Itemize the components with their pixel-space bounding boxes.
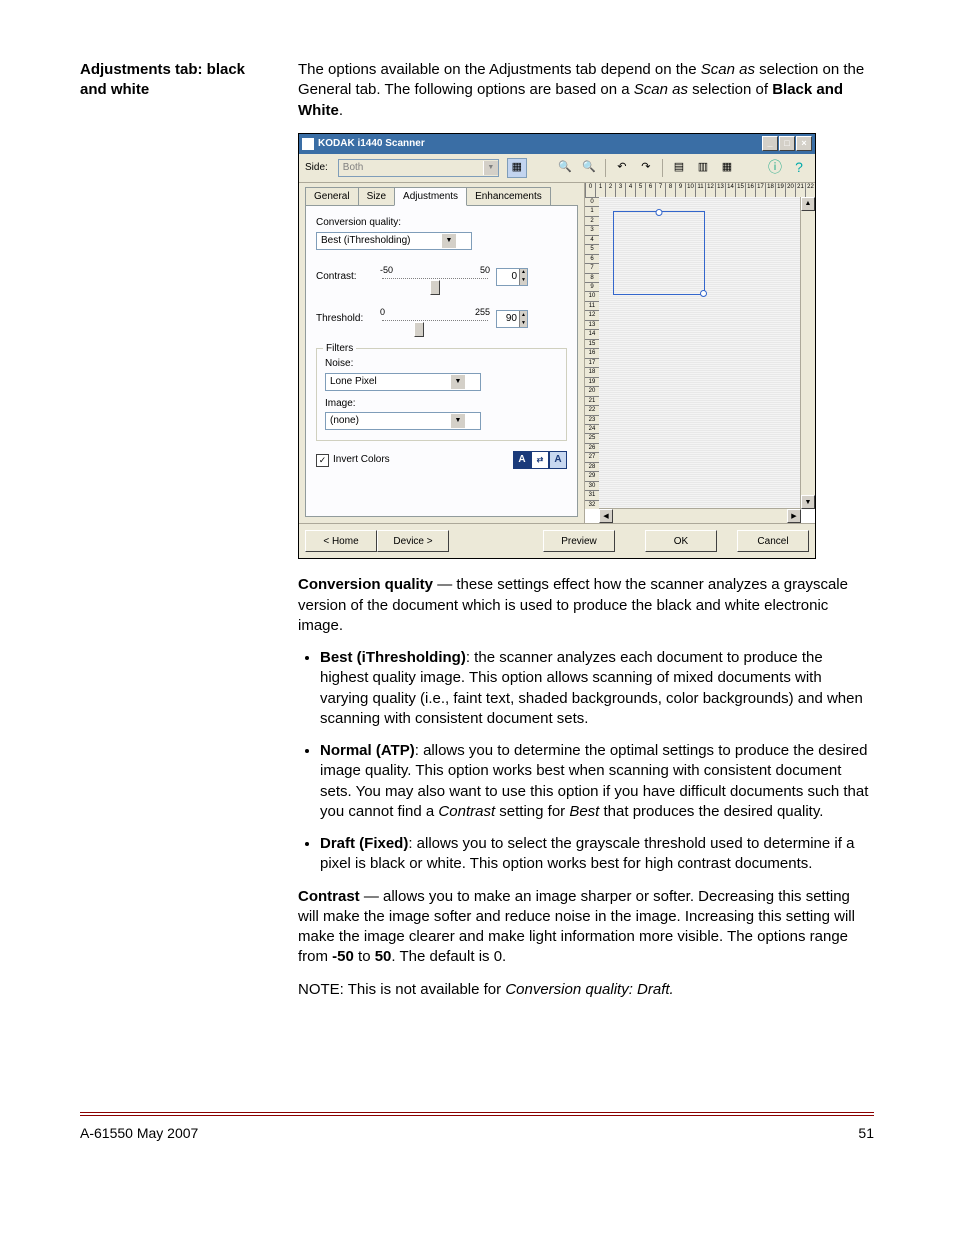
- image-filter-label: Image:: [325, 397, 558, 411]
- conversion-quality-paragraph: Conversion quality — these settings effe…: [298, 575, 874, 636]
- titlebar: KODAK i1440 Scanner _ □ ×: [299, 134, 815, 154]
- tab-enhancements[interactable]: Enhancements: [466, 187, 551, 206]
- scroll-right-icon[interactable]: ▶: [787, 509, 801, 523]
- filters-title: Filters: [323, 342, 356, 356]
- contrast-label: Contrast:: [316, 270, 374, 284]
- rotate-right-icon[interactable]: ↷: [636, 158, 656, 178]
- invert-preview-dark-icon: A: [513, 451, 531, 469]
- device-button[interactable]: Device >: [377, 530, 449, 552]
- contrast-spinner[interactable]: ▲▼: [496, 268, 528, 286]
- tab-adjustments[interactable]: Adjustments: [394, 187, 467, 207]
- side-label: Side:: [305, 161, 328, 175]
- tab-general[interactable]: General: [305, 187, 359, 206]
- image-filter-value: (none): [330, 414, 450, 428]
- window-title: KODAK i1440 Scanner: [318, 137, 762, 151]
- maximize-button[interactable]: □: [779, 136, 795, 151]
- help-icon[interactable]: ?: [789, 158, 809, 178]
- zoom-in-icon[interactable]: 🔍: [555, 158, 575, 178]
- conversion-quality-dropdown[interactable]: Best (iThresholding) ▼: [316, 232, 472, 250]
- draft-bullet: Draft (Fixed): allows you to select the …: [320, 834, 874, 875]
- scrollbar-horizontal[interactable]: ◀ ▶: [599, 508, 801, 523]
- best-bullet: Best (iThresholding): the scanner analyz…: [320, 648, 874, 729]
- threshold-min: 0: [380, 306, 385, 318]
- contrast-paragraph: Contrast — allows you to make an image s…: [298, 887, 874, 968]
- ruler-horizontal: 012345678910111213141516171819202122: [585, 183, 815, 198]
- info-icon[interactable]: ⓘ: [765, 158, 785, 178]
- threshold-label: Threshold:: [316, 312, 374, 326]
- noise-value: Lone Pixel: [330, 375, 450, 389]
- footer-page-number: 51: [858, 1124, 874, 1143]
- cancel-button[interactable]: Cancel: [737, 530, 809, 552]
- preview-pane: 012345678910111213141516171819202122 012…: [584, 183, 815, 524]
- app-icon: [302, 138, 314, 150]
- close-button[interactable]: ×: [796, 136, 812, 151]
- dropdown-arrow-icon: ▼: [441, 234, 456, 248]
- conversion-quality-value: Best (iThresholding): [321, 234, 441, 248]
- crop-handle[interactable]: [700, 290, 707, 297]
- scroll-up-icon[interactable]: ▲: [801, 197, 815, 211]
- scanner-window: KODAK i1440 Scanner _ □ × Side: Both ▼ ▦…: [298, 133, 816, 560]
- contrast-slider[interactable]: [380, 276, 490, 290]
- noise-label: Noise:: [325, 357, 558, 371]
- threshold-slider[interactable]: [380, 318, 490, 332]
- invert-colors-checkbox[interactable]: ✓: [316, 454, 329, 467]
- image-filter-dropdown[interactable]: (none) ▼: [325, 412, 481, 430]
- ok-button[interactable]: OK: [645, 530, 717, 552]
- dropdown-arrow-icon: ▼: [450, 414, 465, 428]
- side-value: Both: [343, 161, 483, 175]
- preview-button[interactable]: Preview: [543, 530, 615, 552]
- ruler-vertical: 0123456789101112131415161718192021222324…: [585, 197, 600, 510]
- contrast-min: -50: [380, 264, 393, 276]
- rotate-left-icon[interactable]: ↶: [612, 158, 632, 178]
- intro-paragraph: The options available on the Adjustments…: [298, 60, 874, 121]
- image-settings-icon[interactable]: ▦: [507, 158, 527, 178]
- tool2-icon[interactable]: ▥: [693, 158, 713, 178]
- threshold-value[interactable]: [497, 311, 519, 327]
- noise-dropdown[interactable]: Lone Pixel ▼: [325, 373, 481, 391]
- crop-handle[interactable]: [656, 209, 663, 216]
- preview-canvas[interactable]: [599, 197, 801, 510]
- section-heading: Adjustments tab: black and white: [80, 60, 270, 1012]
- conversion-quality-label: Conversion quality:: [316, 216, 567, 230]
- contrast-max: 50: [480, 264, 490, 276]
- scroll-down-icon[interactable]: ▼: [801, 495, 815, 509]
- invert-preview-arrow-icon: ⇄: [531, 451, 549, 469]
- page-footer: A-61550 May 2007 51: [80, 1112, 874, 1143]
- crop-rectangle[interactable]: [613, 211, 705, 295]
- threshold-spinner[interactable]: ▲▼: [496, 310, 528, 328]
- scroll-left-icon[interactable]: ◀: [599, 509, 613, 523]
- home-button[interactable]: < Home: [305, 530, 377, 552]
- dropdown-arrow-icon: ▼: [450, 375, 465, 389]
- invert-colors-label: Invert Colors: [333, 453, 390, 467]
- footer-left: A-61550 May 2007: [80, 1124, 198, 1143]
- tool3-icon[interactable]: ▦: [717, 158, 737, 178]
- zoom-out-icon[interactable]: 🔍: [579, 158, 599, 178]
- minimize-button[interactable]: _: [762, 136, 778, 151]
- filters-group: Filters Noise: Lone Pixel ▼ Image: (none…: [316, 348, 567, 441]
- contrast-value[interactable]: [497, 269, 519, 285]
- dropdown-arrow-icon: ▼: [483, 161, 498, 175]
- tool1-icon[interactable]: ▤: [669, 158, 689, 178]
- threshold-max: 255: [475, 306, 490, 318]
- normal-bullet: Normal (ATP): allows you to determine th…: [320, 741, 874, 822]
- scrollbar-vertical[interactable]: ▲ ▼: [800, 197, 815, 510]
- invert-preview-light-icon: A: [549, 451, 567, 469]
- note-paragraph: NOTE: This is not available for Conversi…: [298, 980, 874, 1000]
- side-dropdown[interactable]: Both ▼: [338, 159, 499, 177]
- tab-size[interactable]: Size: [358, 187, 395, 206]
